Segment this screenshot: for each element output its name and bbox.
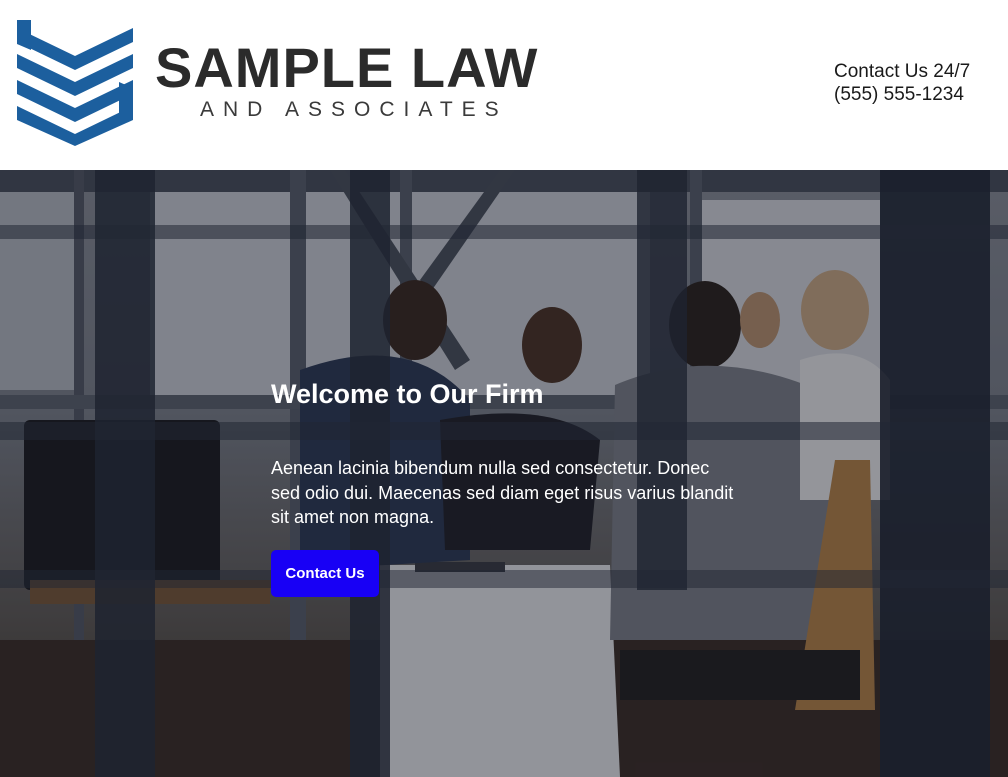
contact-tagline: Contact Us 24/7 (834, 61, 971, 82)
hero-description: Aenean lacinia bibendum nulla sed consec… (271, 458, 734, 527)
logo-subtitle: AND ASSOCIATES (200, 98, 508, 121)
site-header: SAMPLE LAW AND ASSOCIATES Contact Us 24/… (0, 0, 1008, 170)
hero-content: Welcome to Our Firm Aenean lacinia biben… (271, 378, 741, 597)
contact-us-button[interactable]: Contact Us (271, 549, 379, 597)
hero-section: Welcome to Our Firm Aenean lacinia biben… (0, 170, 1008, 777)
contact-phone[interactable]: (555) 555-1234 (834, 83, 970, 106)
chevron-stack-logo-icon[interactable] (17, 20, 133, 146)
hero-title: Welcome to Our Firm (271, 379, 544, 409)
logo-title[interactable]: SAMPLE LAW (155, 36, 538, 100)
header-contact: Contact Us 24/7 (555) 555-1234 (834, 60, 970, 106)
